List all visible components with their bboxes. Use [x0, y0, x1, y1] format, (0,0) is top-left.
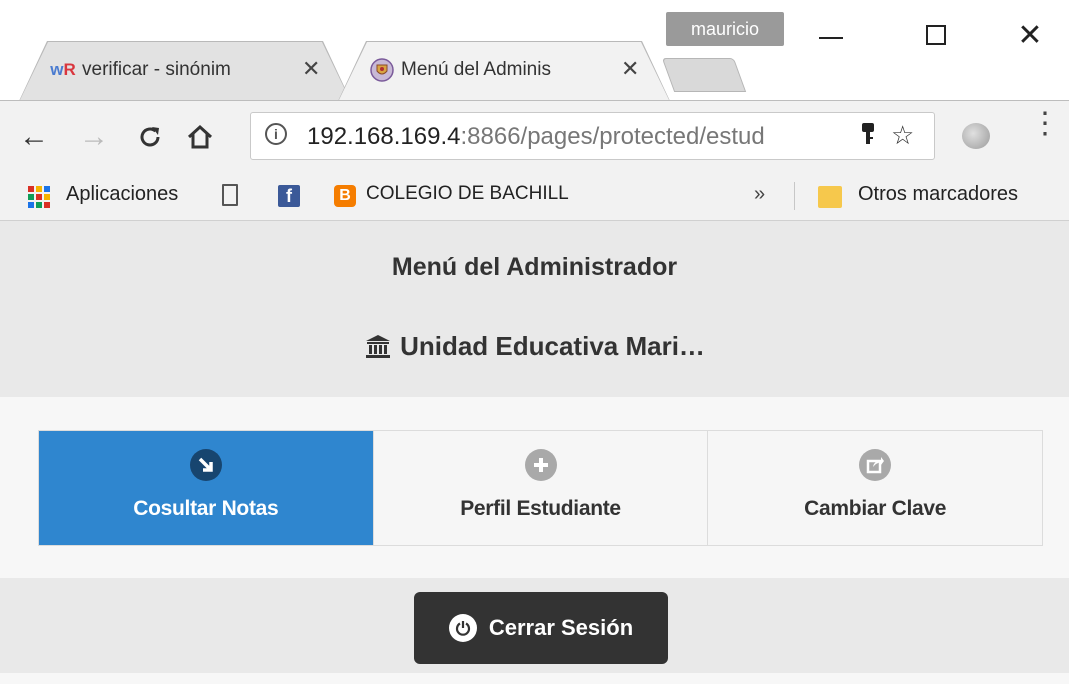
url-host: 192.168.169.4 [307, 123, 461, 150]
window-titlebar: mauricio ✕ wR verificar - sinónim ✕ Menú… [0, 0, 1069, 100]
profile-badge[interactable]: mauricio [666, 12, 784, 46]
browser-toolbar: ← → i 192.168.169.4:8866/pages/protected… [0, 100, 1069, 173]
bookmarks-overflow-icon[interactable]: » [754, 183, 765, 206]
folder-icon [818, 186, 842, 208]
bookmark-aplicaciones[interactable]: Aplicaciones [66, 183, 178, 206]
info-icon[interactable]: i [265, 123, 287, 145]
tab-close-icon[interactable]: ✕ [302, 56, 320, 82]
tab-label: Menú del Adminis [401, 59, 551, 80]
menu-item-cambiar-clave[interactable]: Cambiar Clave [707, 431, 1042, 545]
bookmark-colegio[interactable]: COLEGIO DE BACHILL [366, 183, 616, 205]
facebook-icon[interactable]: f [278, 185, 300, 207]
home-icon[interactable] [182, 119, 218, 155]
page-title: Menú del Administrador [391, 253, 678, 281]
close-window-button[interactable]: ✕ [1005, 10, 1055, 60]
minimize-icon [819, 37, 843, 39]
school-name: Unidad Educativa Mari… [400, 331, 705, 361]
maximize-button[interactable] [911, 10, 961, 60]
logout-button[interactable]: Cerrar Sesión [414, 592, 668, 664]
institution-icon [364, 331, 392, 362]
plus-circle-icon [524, 449, 557, 481]
tab-verificar[interactable]: wR verificar - sinónim ✕ [20, 42, 350, 100]
reload-icon[interactable] [132, 119, 168, 155]
page-content: Menú del Administrador Unidad Educativa … [0, 221, 1069, 684]
menu-grid: Cosultar Notas Perfil Estudiante Cambiar… [38, 430, 1043, 546]
wr-favicon-icon: wR [50, 60, 76, 79]
extension-icon[interactable] [962, 123, 990, 149]
bookmark-otros-marcadores[interactable]: Otros marcadores [858, 183, 1018, 206]
tab-label: verificar - sinónim [82, 59, 231, 80]
page-header: Menú del Administrador Unidad Educativa … [0, 221, 1069, 397]
document-icon[interactable] [222, 184, 238, 206]
logout-label: Cerrar Sesión [488, 615, 634, 640]
share-circle-icon [859, 449, 892, 481]
url-path: :8866/pages/protected/estud [460, 123, 765, 150]
tab-close-icon[interactable]: ✕ [621, 56, 639, 82]
power-icon [448, 614, 477, 642]
address-bar[interactable]: i 192.168.169.4:8866/pages/protected/est… [250, 112, 935, 160]
bookmark-star-icon[interactable]: ☆ [891, 120, 914, 151]
menu-item-consultar-notas[interactable]: Cosultar Notas [39, 431, 373, 545]
bookmarks-bar: Aplicaciones f B COLEGIO DE BACHILL » Ot… [0, 172, 1069, 221]
menu-icon[interactable]: ⋮ [1030, 109, 1060, 139]
back-arrow-icon[interactable]: ← [16, 119, 52, 155]
close-icon: ✕ [1017, 18, 1043, 52]
menu-item-label: Perfil Estudiante [460, 497, 621, 520]
bookmarks-separator [794, 182, 795, 210]
key-icon[interactable] [861, 122, 875, 154]
menu-item-label: Cambiar Clave [804, 497, 947, 520]
url-text[interactable]: 192.168.169.4:8866/pages/protected/estud [307, 123, 847, 151]
blogger-icon: B [334, 185, 356, 207]
menu-item-label: Cosultar Notas [133, 497, 279, 520]
apps-grid-icon [28, 186, 50, 208]
menu-item-perfil-estudiante[interactable]: Perfil Estudiante [372, 431, 708, 545]
shield-crest-icon [369, 57, 395, 83]
tab-menu-administrador[interactable]: Menú del Adminis ✕ [339, 42, 669, 100]
new-tab-button[interactable] [661, 58, 747, 92]
maximize-icon [926, 25, 946, 45]
minimize-button[interactable] [806, 10, 856, 60]
forward-arrow-icon[interactable]: → [76, 119, 112, 155]
arrow-down-right-circle-icon [189, 449, 222, 481]
school-title: Unidad Educativa Mari… [0, 331, 1069, 362]
